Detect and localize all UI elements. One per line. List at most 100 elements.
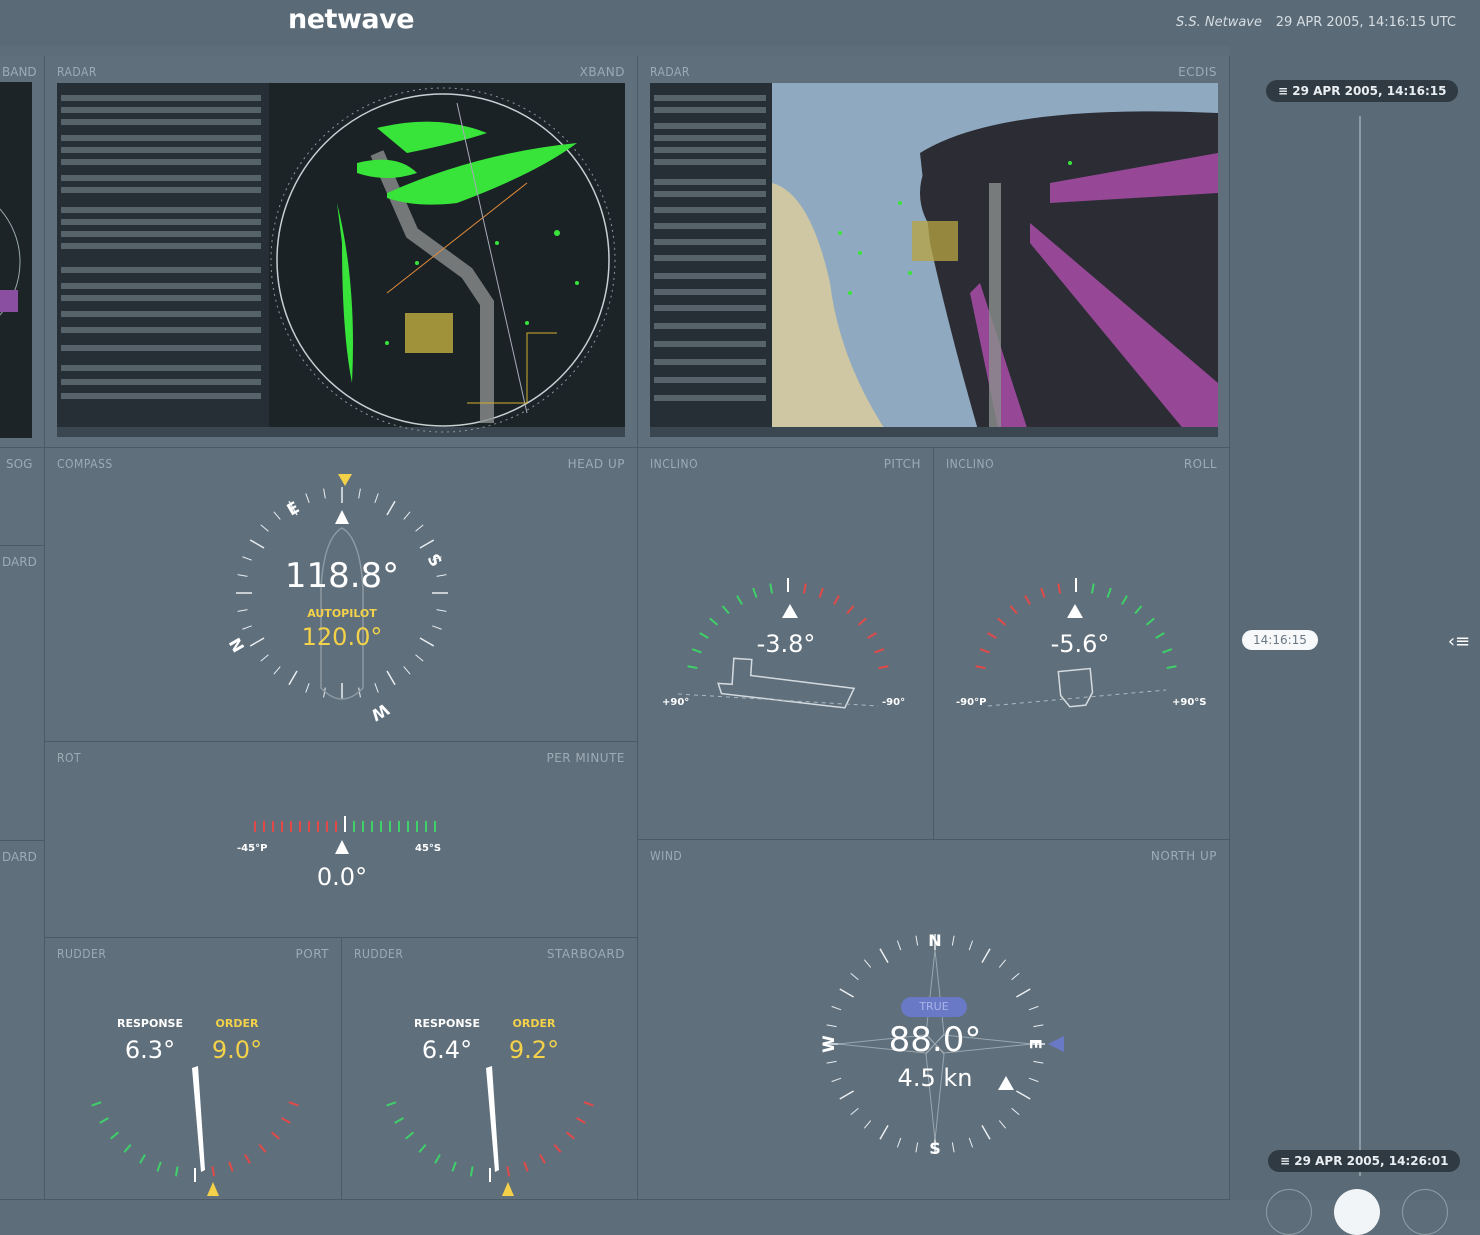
scale-tick	[418, 1143, 427, 1153]
scale-tick	[258, 1143, 267, 1153]
scale-tick	[288, 1101, 299, 1107]
playback-back-button[interactable]	[1266, 1189, 1312, 1235]
scale-tick	[874, 648, 885, 654]
scale-tick	[403, 666, 411, 675]
scale-tick	[260, 524, 269, 532]
scale-tick	[273, 511, 281, 520]
scale-tick	[323, 488, 326, 499]
radar-xband-panel[interactable]: RADAR XBAND	[45, 56, 638, 448]
scale-tick	[576, 1117, 586, 1124]
timeline-sidebar[interactable]: ≡ 29 APR 2005, 14:16:15 14:16:15 ‹≡ ≡ 29…	[1230, 46, 1480, 1235]
scale-tick	[818, 587, 824, 598]
scale-tick	[523, 1161, 529, 1172]
rudder-port-panel[interactable]: RUDDER PORT RESPONSE ORDER 6.3° 9.0°	[45, 938, 342, 1200]
menu-icon[interactable]: ‹≡	[1442, 631, 1476, 657]
wind-speed-marker	[998, 1076, 1014, 1090]
partial-radar-svg	[0, 208, 21, 316]
wind-cardinal-s: S	[929, 1139, 941, 1158]
scale-tick	[879, 948, 889, 963]
radar-ecdis-panel[interactable]: RADAR ECDIS	[638, 56, 1230, 448]
ecdis-status-bar	[650, 427, 1218, 437]
scale-tick	[403, 511, 411, 520]
true-wind-badge[interactable]: TRUE	[901, 997, 967, 1017]
scale-tick	[863, 1120, 872, 1129]
scale-tick	[769, 583, 774, 594]
partial-panel[interactable]: DARD	[0, 841, 45, 1200]
scale-tick	[839, 1090, 854, 1100]
playback-forward-button[interactable]	[1402, 1189, 1448, 1235]
scale-tick	[139, 1154, 146, 1164]
scale-tick	[975, 665, 986, 670]
wind-cardinal-n: N	[928, 931, 941, 950]
scale-tick	[386, 670, 396, 686]
scale-tick	[863, 959, 872, 968]
timeline-end-pill[interactable]: ≡ 29 APR 2005, 14:26:01	[1268, 1150, 1461, 1172]
partial-sog-panel[interactable]: SOG	[0, 448, 45, 546]
scale-tick	[951, 935, 955, 946]
panel-mode: XBAND	[579, 65, 625, 79]
panel-title: RADAR	[650, 65, 690, 79]
scale-tick	[281, 1117, 291, 1124]
scale-tick	[1028, 1077, 1039, 1083]
timeline-track[interactable]	[1359, 116, 1361, 1176]
scale-tick	[850, 1107, 859, 1116]
pitch-value: -3.8°	[756, 630, 816, 658]
scale-tick	[419, 539, 435, 549]
pitch-marker	[782, 604, 798, 618]
scale-tick	[228, 1161, 234, 1172]
scale-tick	[415, 524, 424, 532]
wind-panel[interactable]: WIND NORTH UP N E S W TRUE 88.0° 4.5 kn	[638, 840, 1230, 1200]
compass-heading-value: 118.8°	[284, 556, 400, 596]
scale-tick	[687, 665, 698, 670]
scale-tick	[583, 1101, 594, 1107]
playback-play-button[interactable]	[1334, 1189, 1380, 1235]
scale-tick	[270, 1131, 280, 1140]
rudder-starboard-order-marker	[502, 1182, 514, 1196]
autopilot-marker	[338, 474, 352, 486]
rudder-port-gauge	[91, 1066, 299, 1196]
rudder-port-scale	[91, 1101, 299, 1182]
radar-xband-screen[interactable]	[57, 83, 625, 437]
rot-left-label: -45°P	[237, 843, 268, 854]
scale-tick	[374, 683, 379, 693]
autopilot-label: AUTOPILOT	[307, 607, 377, 620]
compass-panel[interactable]: COMPASS HEAD UP E S W N 118.8° AUTOPILOT…	[45, 448, 638, 742]
scale-tick	[244, 1154, 251, 1164]
scale-tick	[951, 1142, 955, 1153]
scale-tick	[1121, 595, 1128, 605]
rudder-starboard-panel[interactable]: RUDDER STARBOARD RESPONSE ORDER 6.4° 9.2…	[342, 938, 638, 1200]
ship-name: S.S. Netwave	[1175, 15, 1262, 30]
scale-tick	[968, 1137, 974, 1148]
inclino-pitch-panel[interactable]: INCLINO PITCH -3.8° +90° -90°	[638, 448, 934, 840]
rudder-starboard-needle	[486, 1066, 499, 1172]
drag-handle-icon: ≡	[1278, 84, 1293, 98]
scale-tick	[1016, 988, 1031, 998]
scale-tick	[415, 654, 424, 662]
partial-panel[interactable]: DARD	[0, 546, 45, 841]
scale-tick	[1090, 583, 1095, 594]
scale-tick	[539, 1154, 546, 1164]
scale-tick	[857, 617, 867, 626]
scale-tick	[721, 605, 730, 615]
scale-tick	[1166, 665, 1177, 670]
timeline-current-marker[interactable]: 14:16:15	[1242, 630, 1318, 650]
left-partial-column: BAND SOG DARD DARD	[0, 56, 45, 1200]
scale-tick	[358, 488, 361, 499]
inclino-roll-panel[interactable]: INCLINO ROLL -5.6° -90°P +90°S	[934, 448, 1230, 840]
scale-tick	[981, 1125, 991, 1140]
scale-tick	[394, 1117, 404, 1124]
scale-tick	[249, 539, 265, 549]
scale-tick	[850, 972, 859, 981]
scale-tick	[99, 1117, 109, 1124]
wind-speed-value: 4.5 kn	[897, 1064, 973, 1092]
stub-label: SOG	[6, 457, 33, 471]
radar-xband-svg	[57, 83, 625, 437]
rot-panel[interactable]: ROT PER MINUTE -45°P 45°S 0.0°	[45, 742, 638, 938]
scale-tick	[979, 648, 990, 654]
scale-tick	[123, 1143, 132, 1153]
timeline-start-pill[interactable]: ≡ 29 APR 2005, 14:16:15	[1266, 80, 1459, 102]
ecdis-screen[interactable]	[650, 83, 1218, 437]
cardinal-w: W	[367, 700, 392, 725]
scale-tick	[736, 595, 743, 605]
partial-radar-panel[interactable]: BAND	[0, 56, 45, 448]
